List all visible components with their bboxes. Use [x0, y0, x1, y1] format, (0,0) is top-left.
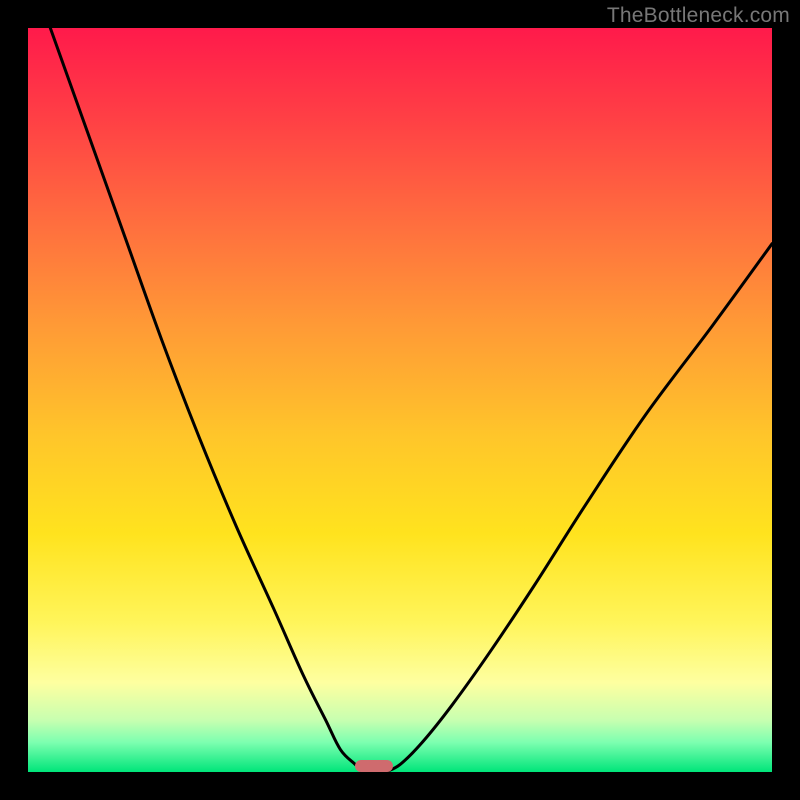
- plot-area: [28, 28, 772, 772]
- bottleneck-curve: [28, 28, 772, 772]
- watermark-text: TheBottleneck.com: [607, 4, 790, 28]
- chart-frame: TheBottleneck.com: [0, 0, 800, 800]
- optimal-marker: [355, 760, 392, 772]
